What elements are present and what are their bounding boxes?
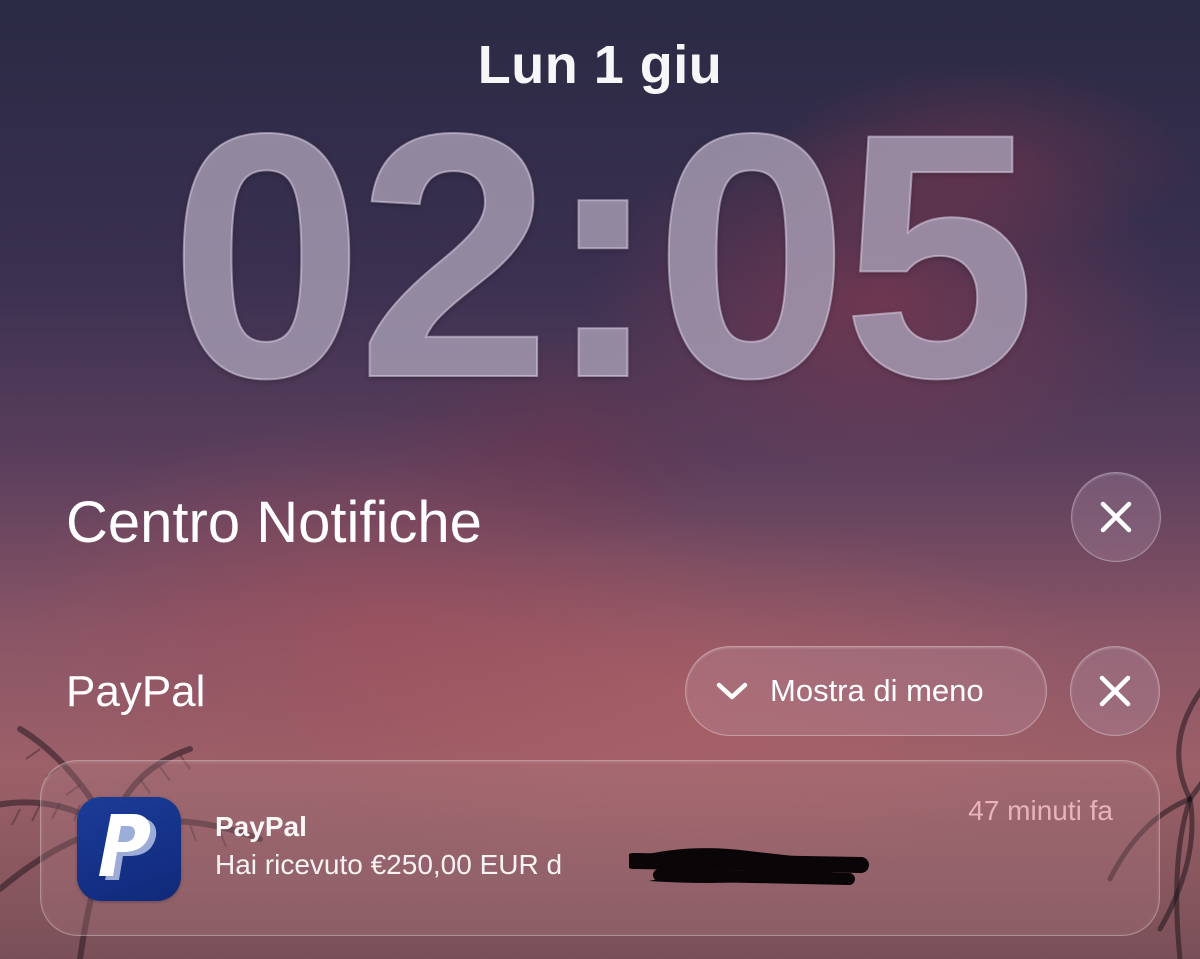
lock-screen-clock: 02:05	[169, 61, 1037, 450]
clear-group-button[interactable]	[1070, 646, 1160, 736]
notification-center-title: Centro Notifiche	[66, 490, 482, 555]
notification-card[interactable]: PayPal Hai ricevuto €250,00 EUR d 47 min…	[40, 760, 1160, 936]
paypal-logo-icon	[99, 814, 157, 880]
notification-group-title: PayPal	[66, 667, 206, 716]
paypal-app-icon	[77, 797, 181, 901]
clear-all-notifications-button[interactable]	[1071, 472, 1161, 562]
notification-message: Hai ricevuto €250,00 EUR d	[215, 849, 563, 880]
redaction-scribble	[629, 848, 869, 885]
show-less-label: Mostra di meno	[770, 673, 984, 708]
notification-timestamp: 47 minuti fa	[968, 795, 1113, 826]
close-icon	[1100, 501, 1132, 533]
chevron-down-icon	[716, 682, 748, 700]
notification-app-name: PayPal	[215, 811, 307, 842]
show-less-button[interactable]: Mostra di meno	[685, 646, 1047, 736]
close-icon	[1099, 675, 1131, 707]
